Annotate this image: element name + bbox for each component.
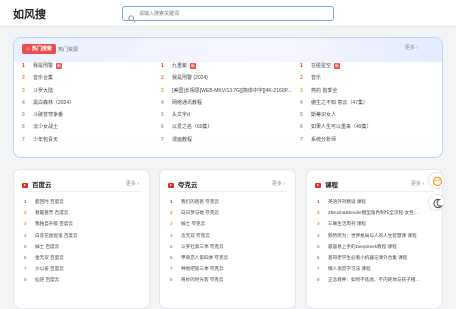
divider [315, 191, 434, 192]
list-item[interactable]: 1 我们的爸爸 夸克云 [170, 196, 289, 207]
list-item[interactable]: 7 漫画教程 [161, 134, 296, 146]
list-item[interactable]: 4 黑白森林（2024） [22, 97, 157, 109]
new-badge: 新 [334, 62, 341, 69]
list-item[interactable]: 5 斗罗社第三季 夸克云 [170, 241, 289, 252]
list-item[interactable]: 6 基哥老学生必看小机器记课外合集 课程 [317, 252, 428, 263]
hot-column-2: 1 九重紫新 2 我是刑警 (2024) 3 [美国]长相思[WEB-MKV/13.7… [161, 60, 296, 146]
more-label: 更多 [404, 45, 415, 51]
site-logo[interactable]: 如风搜 [13, 6, 46, 22]
new-badge: 新 [56, 62, 63, 69]
moon-icon [433, 198, 443, 209]
course-card: 课程 更多 › 1 英语外刊精读 课程 2 ZBrush&Blender模型角色制作… [306, 169, 443, 309]
card-more-link[interactable]: 更多 › [126, 180, 139, 187]
list-item[interactable]: 8 奇妙的时光客 夸克云 [170, 274, 289, 285]
night-mode-button[interactable] [428, 194, 445, 211]
list-item[interactable]: 4 傲生之不知 意云（47集） [300, 97, 436, 109]
quark-cloud-card: 夸克云 更多 › 1 我们的爸爸 夸克云 2 白日梦与她 夸克云 3 姊士 夸克云 4… [159, 169, 296, 309]
card-list: 1 英语外刊精读 课程 2 ZBrush&Blender模型角色制作全流程-女性..… [317, 196, 428, 286]
list-item[interactable]: 2 音乐 [300, 72, 436, 84]
list-item[interactable]: 2 我是刑警 (2024) [161, 72, 296, 84]
list-item[interactable]: 3 姊士 夸克云 [170, 218, 289, 229]
divider [168, 191, 287, 192]
palette-icon [432, 176, 443, 187]
list-item[interactable]: 5 斗破苍穹争番 [22, 109, 157, 121]
list-item[interactable]: 2 春暖蔷芳 百度云 [24, 207, 143, 218]
list-item[interactable]: 2 白日梦与她 夸克云 [170, 207, 289, 218]
new-badge: 新 [190, 62, 197, 69]
list-item[interactable]: 6 如果人生可以重来（49集） [300, 121, 436, 133]
list-item[interactable]: 3 我独自升级 百度云 [24, 218, 143, 229]
play-icon [315, 182, 321, 188]
list-item[interactable]: 1 九重紫新 [161, 60, 296, 72]
list-item[interactable]: 7 少年包青天 [22, 134, 157, 146]
list-item[interactable]: 6 淡少女战士 [22, 121, 157, 133]
divider [22, 191, 141, 192]
play-icon [22, 182, 28, 188]
hot-column-1: 1 我是刑警新 2 音乐合集 3 斗罗大陆 4 黑白森林（2024） 5 斗破苍穹争番 6… [22, 60, 157, 146]
hot-search-badge[interactable]: ♨ 热门搜索 [22, 44, 56, 54]
tab-hot-resources[interactable]: 热门资源 [58, 46, 78, 53]
item-title: 九重紫 [172, 63, 188, 69]
search-box[interactable] [122, 6, 334, 23]
play-icon [168, 182, 174, 188]
list-item[interactable]: 1 在碰星空新 [300, 60, 436, 72]
list-item[interactable]: 3 燕的 首季全 [300, 85, 436, 97]
list-item[interactable]: 7 种地吧第三季 夸克云 [170, 263, 289, 274]
list-item[interactable]: 6 甲骨恋人第四季 夸克云 [170, 252, 289, 263]
theme-toggle-button[interactable] [428, 172, 445, 189]
card-list: 1 我们的爸爸 夸克云 2 白日梦与她 夸克云 3 姊士 夸克云 4 念无双 夸克云 5… [170, 196, 289, 286]
list-item[interactable]: 3 斗罗大陆 [22, 85, 157, 97]
list-item[interactable]: 8 仙逆 百度云 [24, 274, 143, 285]
hot-column-3: 1 在碰星空新 2 音乐 3 燕的 首季全 4 傲生之不知 意云（47集） 5 斯蒂识女人… [300, 60, 436, 146]
list-item[interactable]: 5 头文字d [161, 109, 296, 121]
hot-more-link[interactable]: 更多 › [405, 44, 418, 51]
item-title: 我是刑警 [33, 63, 54, 69]
list-item[interactable]: 3 三联生活周刊 课程 [317, 218, 428, 229]
list-item[interactable]: 5 最容易上手的DeepSeek教程 课程 [317, 241, 428, 252]
list-item[interactable]: 1 鹿回时 百度云 [24, 196, 143, 207]
hot-search-panel: ♨ 热门搜索 热门资源 更多 › 1 我是刑警新 2 音乐合集 3 斗罗大陆 4 黑白森… [13, 37, 443, 158]
card-more-link[interactable]: 更多 › [411, 180, 424, 187]
list-item[interactable]: 1 英语外刊精读 课程 [317, 196, 428, 207]
list-item[interactable]: 4 网络通讯教程 [161, 97, 296, 109]
search-icon [128, 10, 136, 28]
item-title: 在碰星空 [311, 63, 332, 69]
card-title: 课程 [315, 179, 338, 189]
list-item[interactable]: 4 频势所为：世界格局与人的人生智慧课 课程 [317, 230, 428, 241]
list-item[interactable]: 5 姊士 百度云 [24, 241, 143, 252]
list-item[interactable]: 3 [美国]长相思[WEB-MKV/13.7G][简体中字][4K-2160P..… [161, 85, 296, 97]
hot-badge-label: 热门搜索 [31, 46, 52, 52]
list-item[interactable]: 2 音乐合集 [22, 72, 157, 84]
list-item[interactable]: 6 以爱之名（60集） [161, 121, 296, 133]
list-item[interactable]: 4 念无双 夸克云 [170, 230, 289, 241]
card-list: 1 鹿回时 百度云 2 春暖蔷芳 百度云 3 我独自升级 百度云 4 白莲花屋捉鬼 百度… [24, 196, 143, 286]
list-item[interactable]: 5 斯蒂识女人 [300, 109, 436, 121]
card-title: 夸克云 [168, 179, 198, 189]
list-item[interactable]: 7 系统分析师 [300, 134, 436, 146]
list-item[interactable]: 7 沙以雀 百度云 [24, 263, 143, 274]
baidu-cloud-card: 百度云 更多 › 1 鹿回时 百度云 2 春暖蔷芳 百度云 3 我独自升级 百度云 4… [13, 169, 150, 309]
top-bar: 如风搜 [0, 0, 456, 27]
search-input[interactable] [139, 8, 329, 20]
list-item[interactable]: 7 懒人语音学习法 课程 [317, 263, 428, 274]
list-item[interactable]: 6 金无双 百度云 [24, 252, 143, 263]
list-item[interactable]: 8 正念教养：如何不焦虑、不内耗地与孩子相... [317, 274, 428, 285]
floating-toolbar [428, 172, 447, 216]
list-item[interactable]: 1 我是刑警新 [22, 60, 157, 72]
list-item[interactable]: 2 ZBrush&Blender模型角色制作全流程-女性... [317, 207, 428, 218]
card-more-link[interactable]: 更多 › [272, 180, 285, 187]
list-item[interactable]: 4 白莲花屋捉鬼 百度云 [24, 230, 143, 241]
card-title: 百度云 [22, 179, 52, 189]
hot-header-bg [14, 38, 442, 62]
